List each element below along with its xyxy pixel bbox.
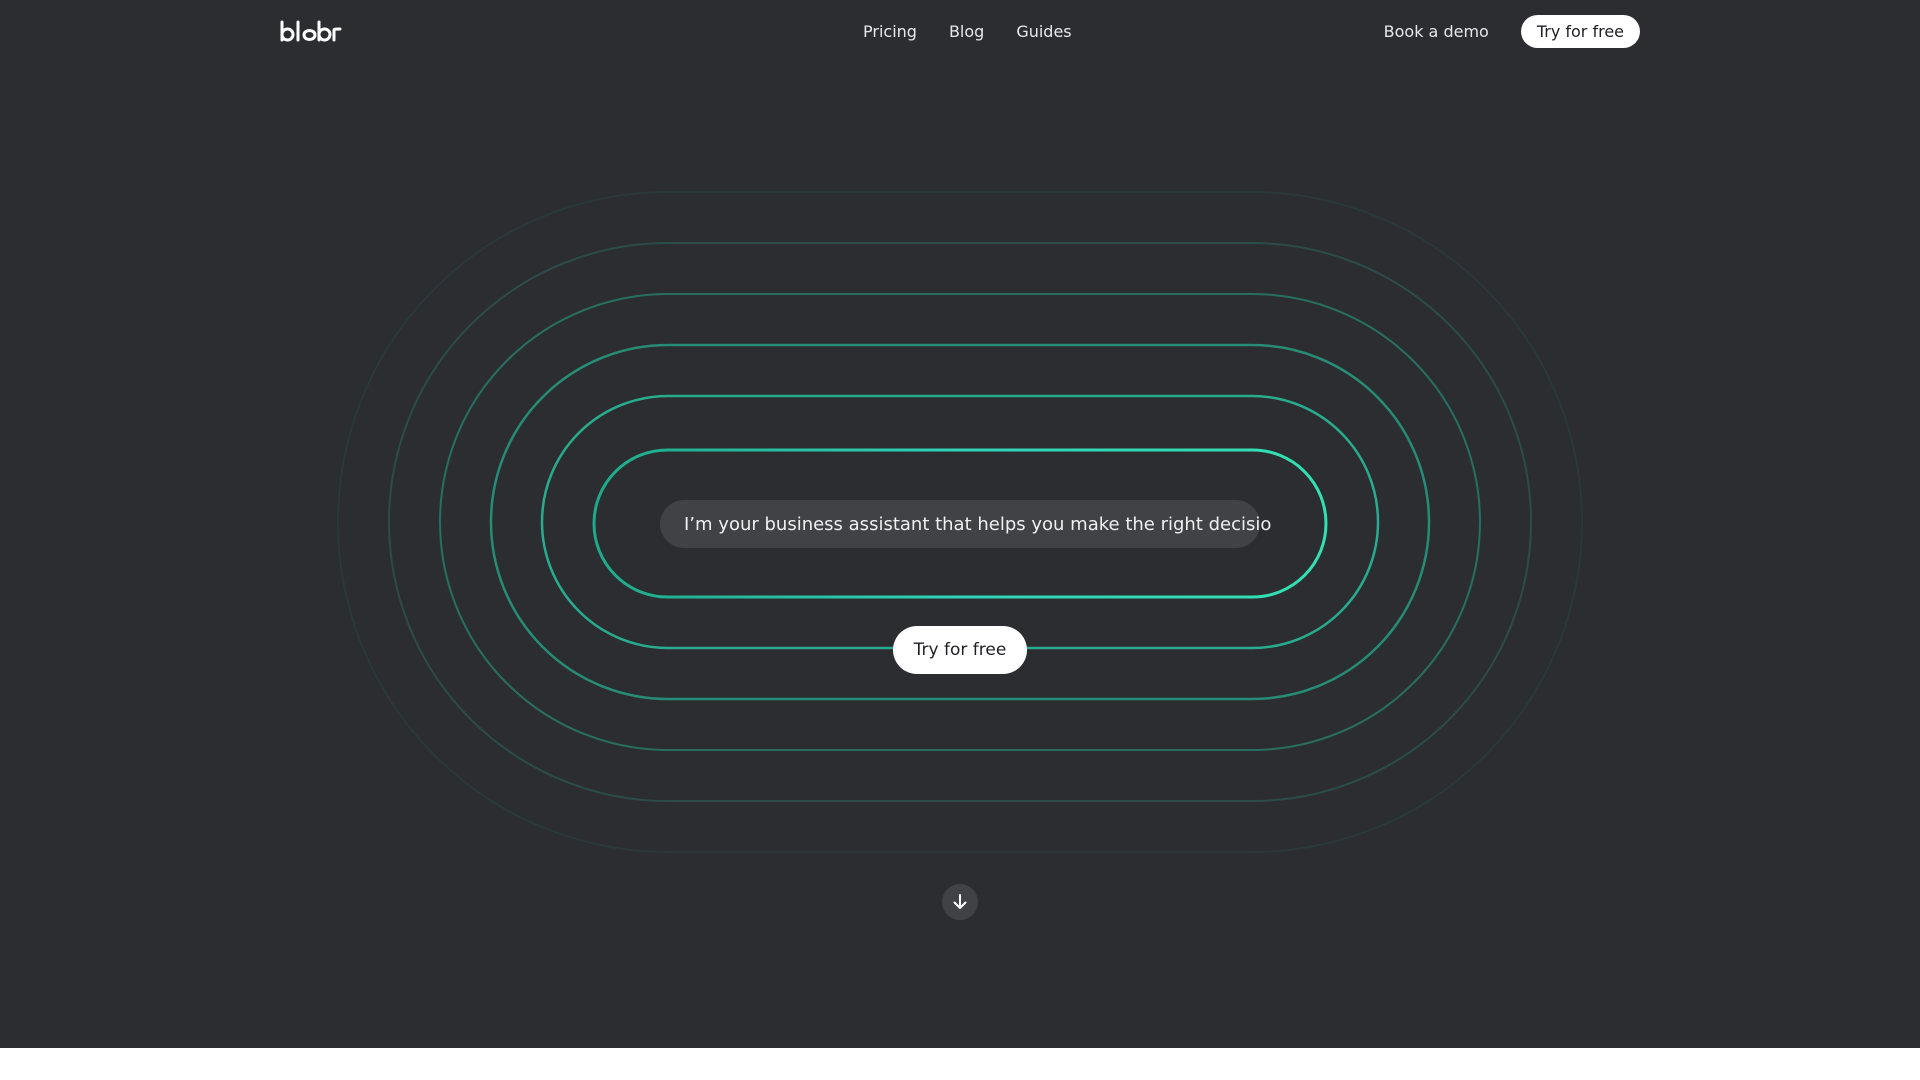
- scroll-down-button[interactable]: [942, 884, 978, 920]
- page-bottom-strip: [0, 1048, 1920, 1080]
- assistant-prompt-pill: I’m your business assistant that helps y…: [660, 500, 1271, 548]
- header-try-for-free-button[interactable]: Try for free: [1520, 15, 1640, 48]
- hero-try-for-free-button[interactable]: Try for free: [893, 626, 1027, 674]
- main-nav: Pricing Blog Guides: [863, 20, 1072, 44]
- nav-pricing-link[interactable]: Pricing: [863, 20, 917, 44]
- blobr-logo-mark: [280, 20, 342, 42]
- nav-guides-link[interactable]: Guides: [1016, 20, 1071, 44]
- arrow-down-icon: [953, 894, 967, 909]
- blobr-logo[interactable]: [279, 18, 343, 46]
- nav-blog-link[interactable]: Blog: [949, 20, 984, 44]
- assistant-prompt-text: I’m your business assistant that helps y…: [684, 513, 1272, 535]
- header-actions: Book a demo Try for free: [1384, 15, 1640, 48]
- landing-page: Pricing Blog Guides Book a demo Try for …: [0, 0, 1920, 1048]
- book-demo-link[interactable]: Book a demo: [1384, 20, 1489, 44]
